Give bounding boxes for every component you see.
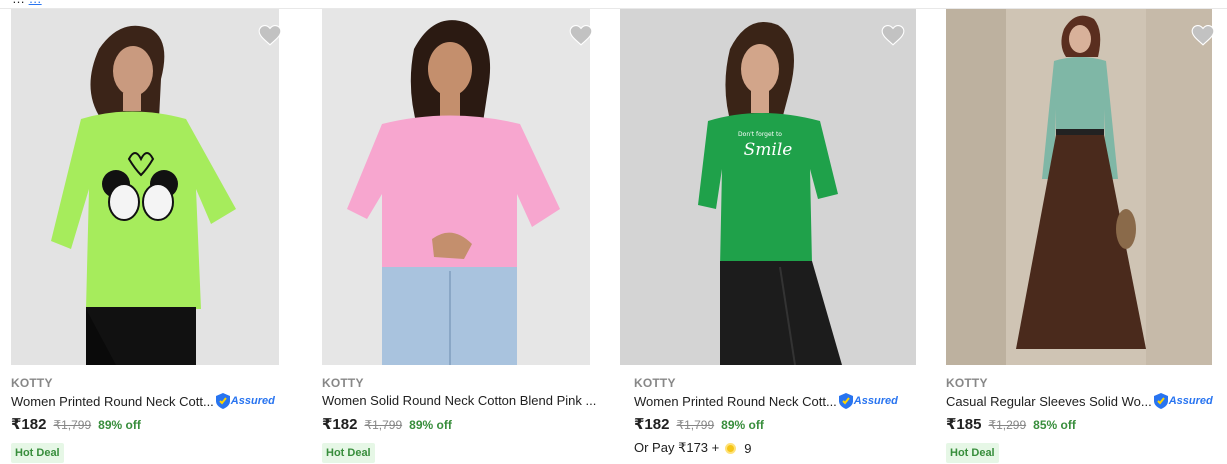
product-image[interactable] bbox=[322, 9, 590, 365]
product-title[interactable]: Women Printed Round Neck Cott... bbox=[11, 394, 214, 409]
coin-count: 9 bbox=[744, 440, 752, 456]
assured-badge: Assured bbox=[215, 393, 275, 409]
assured-label: Assured bbox=[230, 395, 275, 407]
product-title[interactable]: Women Solid Round Neck Cotton Blend Pink… bbox=[322, 393, 596, 408]
wishlist-heart-icon[interactable] bbox=[568, 22, 594, 46]
assured-shield-icon bbox=[215, 393, 230, 409]
hot-deal-badge: Hot Deal bbox=[11, 443, 64, 463]
discount-percent: 85% off bbox=[1033, 418, 1076, 432]
tshirt-print-script: Smile bbox=[744, 140, 793, 160]
price-row: ₹185 ₹1,299 85% off bbox=[946, 415, 1076, 433]
product-image[interactable] bbox=[11, 9, 279, 365]
wishlist-heart-icon[interactable] bbox=[880, 22, 906, 46]
tshirt-print-small: Don't forget to bbox=[738, 131, 782, 138]
product-title[interactable]: Women Printed Round Neck Cott... bbox=[634, 394, 837, 409]
product-image[interactable]: Don't forget to Smile bbox=[620, 9, 916, 365]
selling-price: ₹185 bbox=[946, 416, 982, 433]
product-title-row[interactable]: Women Solid Round Neck Cotton Blend Pink… bbox=[322, 393, 596, 408]
product-title[interactable]: Casual Regular Sleeves Solid Wo... bbox=[946, 394, 1152, 409]
brand-name: KOTTY bbox=[322, 376, 364, 390]
assured-shield-icon bbox=[1153, 393, 1168, 409]
product-title-row[interactable]: Casual Regular Sleeves Solid Wo... Assur… bbox=[946, 393, 1213, 409]
brand-name: KOTTY bbox=[11, 376, 53, 390]
hot-deal-badge: Hot Deal bbox=[322, 443, 375, 463]
product-image[interactable] bbox=[946, 9, 1212, 365]
selling-price: ₹182 bbox=[11, 416, 47, 433]
selling-price: ₹182 bbox=[322, 416, 358, 433]
discount-percent: 89% off bbox=[721, 418, 764, 432]
top-strip: … … bbox=[0, 0, 1227, 9]
product-title-row[interactable]: Women Printed Round Neck Cott... Assured bbox=[11, 393, 275, 409]
clipped-header-link[interactable]: … bbox=[29, 0, 42, 6]
price-row: ₹182 ₹1,799 89% off bbox=[634, 415, 764, 433]
supercoin-icon bbox=[725, 442, 737, 454]
price-row: ₹182 ₹1,799 89% off bbox=[11, 415, 141, 433]
original-price: ₹1,799 bbox=[53, 418, 92, 432]
product-title-row[interactable]: Women Printed Round Neck Cott... Assured bbox=[634, 393, 898, 409]
discount-percent: 89% off bbox=[98, 418, 141, 432]
price-row: ₹182 ₹1,799 89% off bbox=[322, 415, 452, 433]
pay-text: Or Pay ₹173 + bbox=[634, 440, 720, 455]
original-price: ₹1,799 bbox=[676, 418, 715, 432]
pay-with-coins: Or Pay ₹173 + 9 bbox=[634, 440, 751, 456]
wishlist-heart-icon[interactable] bbox=[1190, 22, 1216, 46]
clipped-header-text: … … bbox=[12, 0, 42, 6]
assured-badge: Assured bbox=[838, 393, 898, 409]
assured-badge: Assured bbox=[1153, 393, 1213, 409]
brand-name: KOTTY bbox=[634, 376, 676, 390]
assured-label: Assured bbox=[1168, 395, 1213, 407]
hot-deal-badge: Hot Deal bbox=[946, 443, 999, 463]
brand-name: KOTTY bbox=[946, 376, 988, 390]
assured-label: Assured bbox=[853, 395, 898, 407]
original-price: ₹1,799 bbox=[364, 418, 403, 432]
original-price: ₹1,299 bbox=[988, 418, 1027, 432]
assured-shield-icon bbox=[838, 393, 853, 409]
wishlist-heart-icon[interactable] bbox=[257, 22, 283, 46]
discount-percent: 89% off bbox=[409, 418, 452, 432]
selling-price: ₹182 bbox=[634, 416, 670, 433]
